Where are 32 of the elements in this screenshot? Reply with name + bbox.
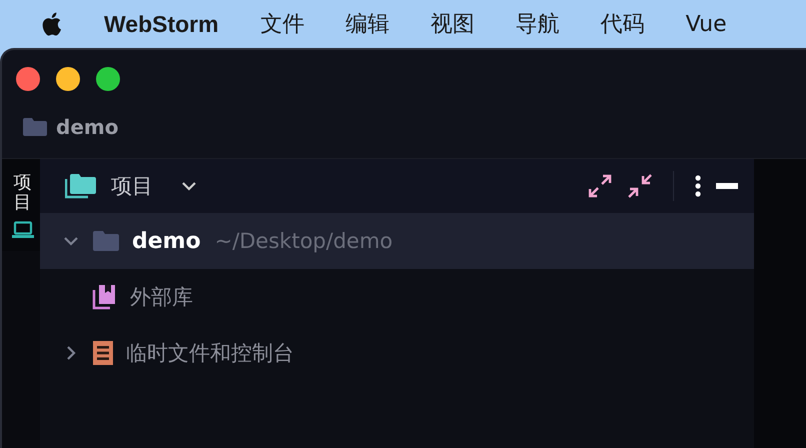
chevron-down-icon[interactable]: [181, 181, 197, 191]
folder-icon: [92, 230, 120, 252]
tree-row[interactable]: 临时文件和控制台: [40, 325, 754, 381]
more-options-icon[interactable]: [694, 174, 702, 198]
app-menu[interactable]: WebStorm: [104, 10, 219, 38]
books-icon: [92, 284, 118, 310]
folder-icon: [22, 117, 48, 137]
menu-item[interactable]: 导航: [516, 9, 560, 39]
panel-title[interactable]: 项目: [111, 172, 153, 200]
menu-item[interactable]: Vue: [686, 12, 727, 36]
list-document-icon: [92, 340, 114, 366]
minimize-button[interactable]: [56, 67, 80, 91]
collapse-all-icon[interactable]: [627, 173, 653, 199]
tree-item-label: 外部库: [130, 284, 193, 311]
project-breadcrumb[interactable]: demo: [56, 115, 118, 139]
zoom-button[interactable]: [96, 67, 120, 91]
chevron-right-icon[interactable]: [66, 345, 76, 361]
project-tool-tab[interactable]: 项目: [2, 159, 40, 251]
laptop-icon: [12, 220, 34, 239]
folder-icon: [65, 173, 97, 199]
tree-item-label: 临时文件和控制台: [126, 340, 294, 367]
menu-item[interactable]: 视图: [430, 9, 475, 39]
menu-item[interactable]: 文件: [260, 9, 305, 39]
tree-item-label: demo: [132, 228, 201, 254]
tree-row[interactable]: 外部库: [40, 269, 754, 325]
expand-all-icon[interactable]: [587, 173, 613, 199]
apple-logo-icon[interactable]: [42, 11, 64, 37]
menu-item[interactable]: 代码: [600, 9, 645, 39]
path-label: ~/Desktop/demo: [214, 229, 393, 253]
tree-row[interactable]: demo ~/Desktop/demo: [40, 213, 754, 269]
menu-item[interactable]: 编辑: [346, 9, 390, 39]
close-button[interactable]: [16, 67, 40, 91]
